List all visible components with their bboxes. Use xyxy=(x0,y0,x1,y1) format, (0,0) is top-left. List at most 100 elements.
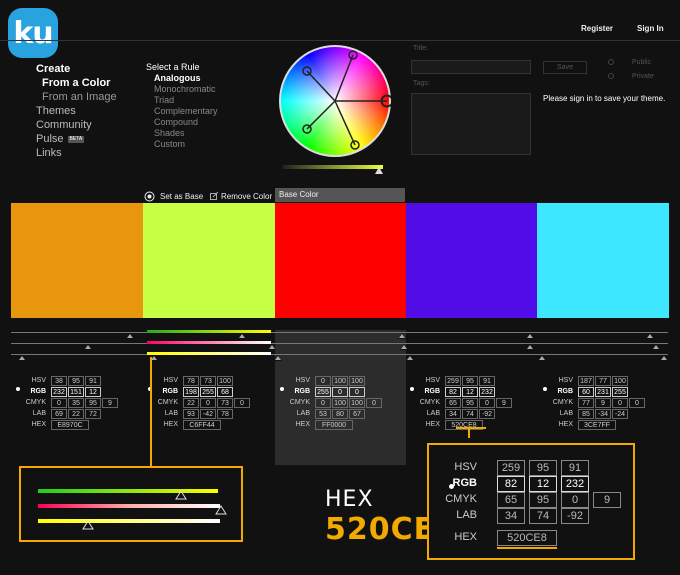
hsv-value[interactable]: 73 xyxy=(200,376,216,386)
hsv-value[interactable]: 0 xyxy=(315,376,331,386)
lab-value[interactable]: 78 xyxy=(217,409,233,419)
lab-value[interactable]: 67 xyxy=(349,409,365,419)
zoom-rgb-r[interactable]: 82 xyxy=(497,476,525,492)
slider-handle[interactable] xyxy=(526,344,534,350)
hsv-value[interactable]: 100 xyxy=(217,376,233,386)
zoom-cmyk-y[interactable]: 0 xyxy=(561,492,589,508)
nav-pulse[interactable]: Pulse BETA xyxy=(36,132,156,146)
lab-value[interactable]: 74 xyxy=(462,409,478,419)
rule-complementary[interactable]: Complementary xyxy=(146,106,256,117)
rgb-value[interactable]: 198 xyxy=(183,387,199,397)
cmyk-value[interactable]: 0 xyxy=(234,398,250,408)
zoom-cmyk-c[interactable]: 65 xyxy=(497,492,525,508)
zoom-handle[interactable] xyxy=(82,520,94,530)
slider-handle[interactable] xyxy=(406,355,414,361)
slider-handle[interactable] xyxy=(238,333,246,339)
nav-from-image[interactable]: From an Image xyxy=(36,90,156,104)
hsv-value[interactable]: 100 xyxy=(612,376,628,386)
lab-value[interactable]: 34 xyxy=(445,409,461,419)
hex-value[interactable]: C6FF44 xyxy=(183,420,221,430)
rgb-value[interactable]: 151 xyxy=(68,387,84,397)
cmyk-value[interactable]: 22 xyxy=(183,398,199,408)
slider-track-1[interactable] xyxy=(11,332,668,333)
slider-handle[interactable] xyxy=(126,333,134,339)
nav-themes[interactable]: Themes xyxy=(36,104,156,118)
title-input[interactable] xyxy=(411,60,531,74)
lab-value[interactable]: -34 xyxy=(595,409,611,419)
sign-in-link[interactable]: Sign In xyxy=(637,24,664,33)
hsv-value[interactable]: 38 xyxy=(51,376,67,386)
zoom-cmyk-k[interactable]: 9 xyxy=(593,492,621,508)
lab-value[interactable]: 53 xyxy=(315,409,331,419)
cmyk-value[interactable]: 9 xyxy=(496,398,512,408)
cmyk-value[interactable]: 73 xyxy=(217,398,233,408)
slider-track-2[interactable] xyxy=(11,343,668,344)
brightness-slider[interactable] xyxy=(283,165,383,169)
save-button[interactable]: Save xyxy=(543,61,587,74)
slider-handle[interactable] xyxy=(274,355,282,361)
hsv-value[interactable]: 91 xyxy=(479,376,495,386)
rgb-value[interactable]: 231 xyxy=(595,387,611,397)
rule-compound[interactable]: Compound xyxy=(146,117,256,128)
nav-from-color[interactable]: From a Color xyxy=(36,76,156,90)
hsv-value[interactable]: 187 xyxy=(578,376,594,386)
color-swatch-3[interactable] xyxy=(275,203,407,318)
rgb-value[interactable]: 232 xyxy=(51,387,67,397)
rgb-value[interactable]: 12 xyxy=(462,387,478,397)
hex-value[interactable]: E8970C xyxy=(51,420,89,430)
slider-handle[interactable] xyxy=(18,355,26,361)
private-option[interactable]: Private xyxy=(608,73,654,80)
hsv-value[interactable]: 100 xyxy=(349,376,365,386)
rgb-value[interactable]: 12 xyxy=(85,387,101,397)
cmyk-value[interactable]: 95 xyxy=(85,398,101,408)
zoom-lab-b[interactable]: -92 xyxy=(561,508,589,524)
hsv-value[interactable]: 91 xyxy=(85,376,101,386)
lab-value[interactable]: -92 xyxy=(479,409,495,419)
rule-custom[interactable]: Custom xyxy=(146,139,256,150)
brightness-handle[interactable] xyxy=(375,167,383,174)
slider-handle[interactable] xyxy=(400,344,408,350)
lab-value[interactable]: -24 xyxy=(612,409,628,419)
tags-input[interactable] xyxy=(411,93,531,155)
zoom-cmyk-m[interactable]: 95 xyxy=(529,492,557,508)
hsv-value[interactable]: 95 xyxy=(462,376,478,386)
cmyk-value[interactable]: 77 xyxy=(578,398,594,408)
set-as-base-button[interactable]: Set as Base xyxy=(144,190,203,202)
hsv-value[interactable]: 95 xyxy=(68,376,84,386)
lab-value[interactable]: 72 xyxy=(85,409,101,419)
rgb-value[interactable]: 255 xyxy=(315,387,331,397)
cmyk-value[interactable]: 35 xyxy=(68,398,84,408)
cmyk-value[interactable]: 9 xyxy=(102,398,118,408)
lab-value[interactable]: 69 xyxy=(51,409,67,419)
cmyk-value[interactable]: 100 xyxy=(349,398,365,408)
public-radio[interactable] xyxy=(608,59,614,66)
slider-handle[interactable] xyxy=(526,333,534,339)
cmyk-value[interactable]: 0 xyxy=(51,398,67,408)
private-radio[interactable] xyxy=(608,73,614,80)
zoom-handle[interactable] xyxy=(175,490,187,500)
color-swatch-5[interactable] xyxy=(537,203,669,318)
cmyk-value[interactable]: 9 xyxy=(595,398,611,408)
lab-value[interactable]: 85 xyxy=(578,409,594,419)
cmyk-value[interactable]: 0 xyxy=(612,398,628,408)
slider-handle[interactable] xyxy=(268,344,276,350)
slider-handle[interactable] xyxy=(84,344,92,350)
nav-create[interactable]: Create xyxy=(36,62,156,76)
color-wheel[interactable] xyxy=(279,45,391,157)
rule-triad[interactable]: Triad xyxy=(146,95,256,106)
hsv-value[interactable]: 259 xyxy=(445,376,461,386)
cmyk-value[interactable]: 100 xyxy=(332,398,348,408)
rule-shades[interactable]: Shades xyxy=(146,128,256,139)
rgb-value[interactable]: 255 xyxy=(612,387,628,397)
cmyk-value[interactable]: 0 xyxy=(200,398,216,408)
cmyk-value[interactable]: 0 xyxy=(629,398,645,408)
slider-handle[interactable] xyxy=(652,344,660,350)
register-link[interactable]: Register xyxy=(581,24,613,33)
public-option[interactable]: Public xyxy=(608,59,651,66)
lab-value[interactable]: 22 xyxy=(68,409,84,419)
color-swatch-4[interactable] xyxy=(406,203,538,318)
cmyk-value[interactable]: 95 xyxy=(462,398,478,408)
rule-monochromatic[interactable]: Monochromatic xyxy=(146,84,256,95)
lab-value[interactable]: 80 xyxy=(332,409,348,419)
lab-value[interactable]: 93 xyxy=(183,409,199,419)
